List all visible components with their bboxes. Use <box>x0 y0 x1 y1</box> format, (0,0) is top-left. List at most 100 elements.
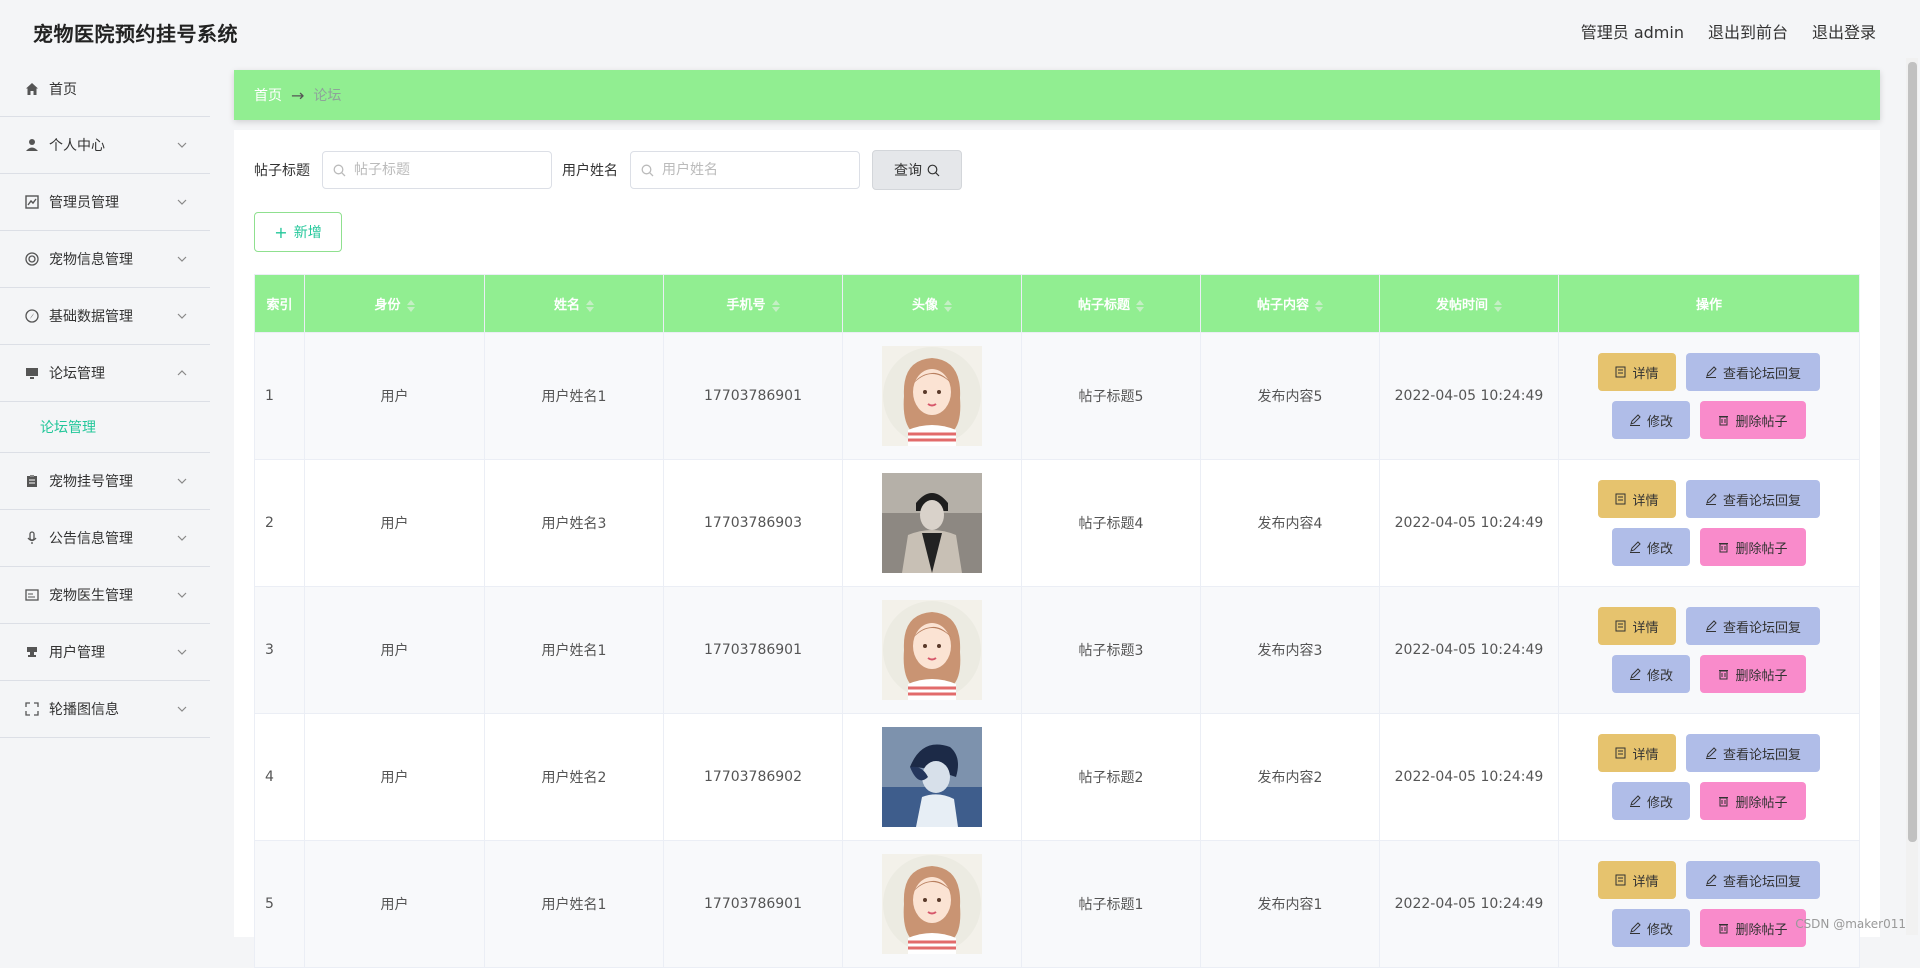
sidebar-item-label: 基础数据管理 <box>49 309 133 325</box>
delete-post-button[interactable]: 删除帖子 <box>1700 655 1806 693</box>
query-button[interactable]: 查询 <box>872 150 962 190</box>
delete-post-button[interactable]: 删除帖子 <box>1700 782 1806 820</box>
cell-role: 用户 <box>304 586 485 714</box>
cell-content: 发布内容3 <box>1200 586 1380 714</box>
chevron-down-icon <box>177 649 187 655</box>
column-header-label: 身份 <box>374 298 401 313</box>
column-header[interactable]: 姓名 <box>484 274 664 333</box>
sidebar-item[interactable]: 宠物挂号管理 <box>0 453 210 510</box>
chevron-down-icon <box>177 478 187 484</box>
cell-role: 用户 <box>304 840 485 968</box>
sidebar-item-label: 用户管理 <box>49 645 105 661</box>
column-header-label: 姓名 <box>553 298 580 313</box>
detail-button[interactable]: 详情 <box>1598 734 1676 772</box>
detail-button[interactable]: 详情 <box>1598 353 1676 391</box>
view-replies-button[interactable]: 查看论坛回复 <box>1686 480 1820 518</box>
user-name-input[interactable] <box>660 161 844 179</box>
sort-icon[interactable] <box>586 299 594 312</box>
app-title: 宠物医院预约挂号系统 <box>33 22 238 46</box>
sort-icon[interactable] <box>771 299 780 312</box>
edit-button-label: 修改 <box>1646 541 1673 557</box>
detail-button[interactable]: 详情 <box>1598 607 1676 645</box>
edit-icon <box>1705 493 1717 505</box>
post-title-label: 帖子标题 <box>254 163 310 179</box>
edit-button[interactable]: 修改 <box>1612 528 1690 566</box>
cell-title: 帖子标题2 <box>1021 713 1201 841</box>
cell-actions: 详情 查看论坛回复修改 删除帖子 <box>1558 586 1860 714</box>
sidebar-item-label: 宠物信息管理 <box>49 252 133 268</box>
document-icon <box>1615 493 1626 505</box>
edit-button[interactable]: 修改 <box>1612 782 1690 820</box>
column-header[interactable]: 帖子内容 <box>1200 274 1380 333</box>
edit-button[interactable]: 修改 <box>1612 655 1690 693</box>
column-header-label: 头像 <box>911 298 938 313</box>
column-header[interactable]: 手机号 <box>663 274 843 333</box>
logout-link[interactable]: 退出登录 <box>1812 19 1876 43</box>
edit-button-label: 修改 <box>1646 795 1673 811</box>
sidebar-item[interactable]: 管理员管理 <box>0 174 210 231</box>
sort-icon[interactable] <box>1494 299 1502 312</box>
edit-button[interactable]: 修改 <box>1612 401 1690 439</box>
sidebar-item[interactable]: 用户管理 <box>0 624 210 681</box>
delete-post-button[interactable]: 删除帖子 <box>1700 909 1806 947</box>
sidebar-subitem[interactable]: 论坛管理 <box>0 402 210 453</box>
column-header[interactable]: 头像 <box>842 274 1022 333</box>
sidebar-item[interactable]: 轮播图信息 <box>0 681 210 738</box>
column-header-label: 发帖时间 <box>1435 298 1488 313</box>
trash-icon <box>1719 670 1729 680</box>
cell-content: 发布内容2 <box>1200 713 1380 841</box>
table-row: 5 用户 用户姓名1 17703786901 帖子标题1 发布内容1 2022-04-05 … <box>254 840 1860 968</box>
edit-icon <box>1705 747 1717 759</box>
cell-time: 2022-04-05 10:24:49 <box>1379 332 1559 460</box>
cell-content: 发布内容1 <box>1200 840 1380 968</box>
add-button[interactable]: + 新增 <box>254 212 342 252</box>
table-header: 索引 身份 姓名 手机号 头像 帖子标题 帖子内容 发帖时间 操作 <box>254 274 1860 333</box>
sort-icon[interactable] <box>944 299 952 312</box>
delete-post-button[interactable]: 删除帖子 <box>1700 401 1806 439</box>
sort-icon[interactable] <box>406 299 415 312</box>
detail-button[interactable]: 详情 <box>1598 480 1676 518</box>
sidebar-item[interactable]: 首页 <box>0 62 210 117</box>
main-content: 帖子标题 用户姓名 查询 + 新增 索引身份姓名手机号头像帖子标题帖子内容发帖时… <box>234 130 1880 968</box>
sidebar-item[interactable]: 基础数据管理 <box>0 288 210 345</box>
sort-icon[interactable] <box>1315 299 1323 312</box>
document-icon <box>1615 620 1626 632</box>
view-replies-button[interactable]: 查看论坛回复 <box>1686 607 1820 645</box>
column-header[interactable]: 身份 <box>304 274 485 333</box>
view-replies-button[interactable]: 查看论坛回复 <box>1686 353 1820 391</box>
cell-actions: 详情 查看论坛回复修改 删除帖子 <box>1558 713 1860 841</box>
breadcrumb: 首页 → 论坛 <box>234 70 1880 120</box>
chevron-down-icon <box>177 313 187 319</box>
sidebar-item[interactable]: 公告信息管理 <box>0 510 210 567</box>
search-icon <box>927 164 940 176</box>
cell-phone: 17703786903 <box>663 459 843 587</box>
document-icon <box>1615 874 1626 886</box>
edit-button[interactable]: 修改 <box>1612 909 1690 947</box>
sidebar-item[interactable]: 宠物信息管理 <box>0 231 210 288</box>
edit-button-label: 修改 <box>1646 922 1673 938</box>
view-replies-button[interactable]: 查看论坛回复 <box>1686 861 1820 899</box>
column-header-label: 索引 <box>266 298 293 313</box>
sort-icon[interactable] <box>1136 299 1144 312</box>
breadcrumb-separator: → <box>291 85 305 105</box>
view-replies-button[interactable]: 查看论坛回复 <box>1686 734 1820 772</box>
page-scrollbar-thumb[interactable] <box>1908 62 1917 842</box>
column-header[interactable]: 发帖时间 <box>1379 274 1559 333</box>
front-link[interactable]: 退出到前台 <box>1708 19 1788 43</box>
avatar <box>843 600 1021 700</box>
sidebar-item[interactable]: 论坛管理 <box>0 345 210 402</box>
cell-actions: 详情 查看论坛回复修改 删除帖子 <box>1558 332 1860 460</box>
delete-post-button-label: 删除帖子 <box>1735 541 1788 557</box>
sidebar-item-label: 轮播图信息 <box>49 702 119 718</box>
sidebar-item[interactable]: 宠物医生管理 <box>0 567 210 624</box>
post-title-input[interactable] <box>352 161 536 179</box>
trash-icon <box>1719 416 1729 426</box>
sidebar-item-label: 论坛管理 <box>49 366 105 382</box>
cell-time: 2022-04-05 10:24:49 <box>1379 840 1559 968</box>
delete-post-button[interactable]: 删除帖子 <box>1700 528 1806 566</box>
breadcrumb-home[interactable]: 首页 <box>254 85 282 105</box>
home-icon <box>24 81 40 97</box>
column-header[interactable]: 帖子标题 <box>1021 274 1201 333</box>
sidebar-item[interactable]: 个人中心 <box>0 117 210 174</box>
detail-button[interactable]: 详情 <box>1598 861 1676 899</box>
